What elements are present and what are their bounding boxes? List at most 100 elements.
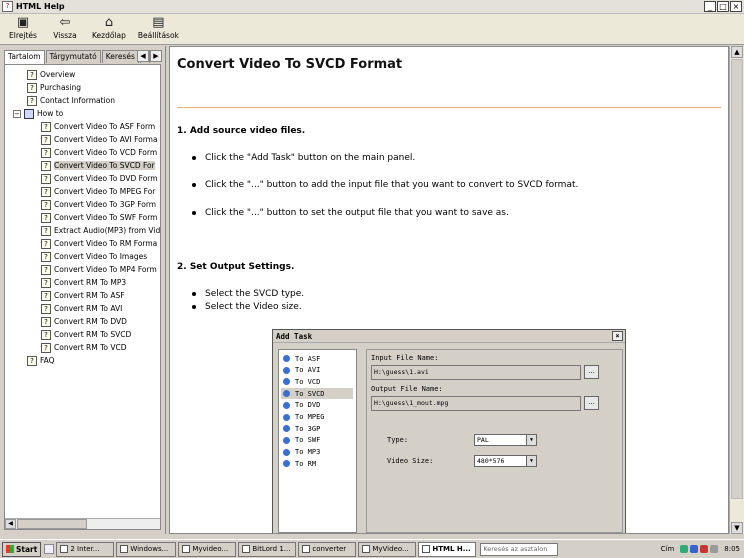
home-label: Kezdőlap [92, 31, 126, 40]
back-label: Vissza [53, 31, 77, 40]
tree-item[interactable]: ? Convert Video To RM Forma [41, 237, 157, 250]
format-bullet-icon [283, 460, 290, 468]
home-button[interactable]: ⌂ Kezdőlap [92, 14, 126, 41]
article-vertical-scrollbar[interactable]: ▲ ▼ [729, 46, 744, 534]
clock: 8:05 [724, 545, 740, 553]
start-button[interactable]: Start [2, 541, 42, 557]
tree-item[interactable]: ? Convert RM To ASF [41, 289, 125, 302]
quick-launch-icon[interactable] [44, 544, 55, 554]
format-bullet-icon [283, 378, 290, 386]
minimize-button[interactable]: _ [704, 1, 716, 12]
tab-contents[interactable]: Tartalom [4, 50, 45, 64]
tree-item-label: Purchasing [40, 83, 82, 92]
scroll-thumb[interactable] [731, 59, 743, 499]
tree-horizontal-scrollbar[interactable]: ◀ [5, 518, 160, 529]
tree-item[interactable]: ? Purchasing [27, 81, 81, 94]
windows-flag-icon [6, 545, 14, 553]
format-bullet-icon [283, 366, 290, 374]
tree-item[interactable]: ? Convert Video To ASF Form [41, 120, 155, 133]
help-page-icon: ? [27, 69, 37, 80]
scroll-left-icon[interactable]: ◀ [5, 519, 16, 529]
back-arrow-icon: ⇦ [59, 15, 71, 30]
hide-icon: ▣ [16, 15, 30, 30]
system-tray: Cím 8:05 [661, 542, 744, 557]
book-icon [24, 108, 34, 119]
taskbar-button[interactable]: converter [298, 541, 357, 557]
help-page-icon: ? [41, 264, 51, 275]
tree-item[interactable]: ? Extract Audio(MP3) from Vid [41, 224, 160, 237]
tab-scroll-left-icon[interactable]: ◀ [137, 50, 149, 62]
tree-item[interactable]: ? Convert Video To DVD Form [41, 172, 158, 185]
tree-item-label: Convert RM To ASF [54, 291, 125, 300]
format-list: To ASF To AVI To VCD To SVCD To DVD To MPEG To… [278, 349, 357, 533]
tree-item-label: Extract Audio(MP3) from Vid [54, 226, 161, 235]
tree-item[interactable]: ? Convert Video To MP4 Form [41, 263, 157, 276]
help-page-icon: ? [41, 212, 51, 223]
tree-item-label: How to [37, 109, 64, 118]
taskbar-button[interactable]: Myvideo... [178, 541, 237, 557]
app-icon [362, 545, 371, 553]
desktop-search-input[interactable]: Keresés az asztalon [480, 542, 559, 556]
options-button[interactable]: ▤ Beállítások [138, 14, 179, 41]
section-heading-2: 2. Set Output Settings. [177, 262, 295, 272]
taskbar-button[interactable]: HTML H... [418, 541, 477, 557]
help-page-icon: ? [41, 277, 51, 288]
title-divider [177, 107, 721, 108]
video-size-select: 480*576 ▼ [474, 455, 537, 467]
tree-item-label: Convert Video To DVD Form [54, 174, 158, 183]
tree-item[interactable]: ? FAQ [27, 354, 55, 367]
tree-item[interactable]: ? Convert RM To DVD [41, 315, 127, 328]
help-page-icon: ? [41, 303, 51, 314]
network-icon[interactable] [680, 545, 689, 553]
tree-item[interactable]: ? Convert Video To 3GP Form [41, 198, 156, 211]
add-task-dialog-screenshot: Add Task × To ASF To AVI To VCD To SVCD To DV… [272, 329, 626, 533]
article-pane: Convert Video To SVCD Format 1. Add sour… [169, 46, 729, 534]
taskbar-button[interactable]: Windows... [116, 541, 177, 557]
tree-item[interactable]: ? Convert Video To SWF Form [41, 211, 157, 224]
tab-search[interactable]: Keresés [101, 50, 139, 63]
format-option: To MP3 [283, 447, 320, 458]
tree-item[interactable]: ? Convert Video To MPEG For [41, 185, 155, 198]
chevron-down-icon: ▼ [526, 456, 536, 466]
taskbar-button[interactable]: BitLord 1... [238, 541, 297, 557]
format-bullet-icon [283, 355, 290, 362]
tree-item[interactable]: ? Convert Video To SVCD For [41, 159, 155, 172]
format-option: To AVI [283, 365, 320, 376]
tree-item[interactable]: ? Convert RM To AVI [41, 302, 122, 315]
tree-item-label: Convert Video To MP4 Form [54, 265, 157, 274]
tree-item-label: Overview [40, 70, 76, 79]
tree-item[interactable]: ? Convert Video To Images [41, 250, 147, 263]
format-option: To SWF [283, 435, 320, 446]
toolbar: ▣ Elrejtés ⇦ Vissza ⌂ Kezdőlap ▤ Beállítások [0, 14, 744, 45]
taskbar-button[interactable]: 2 Inter... [56, 541, 115, 557]
tab-scroll-right-icon[interactable]: ▶ [150, 50, 162, 62]
format-option: To MPEG [283, 412, 325, 423]
back-button[interactable]: ⇦ Vissza [50, 14, 80, 41]
maximize-button[interactable]: □ [717, 1, 729, 12]
taskbar-button[interactable]: MyVideo... [358, 541, 417, 557]
tree-item[interactable]: ? Overview [27, 68, 75, 81]
format-bullet-icon [283, 390, 290, 398]
scroll-down-icon[interactable]: ▼ [731, 522, 743, 534]
help-page-icon: ? [41, 316, 51, 327]
tree-item[interactable]: ? Contact Information [27, 94, 115, 107]
tray-icon[interactable] [710, 545, 719, 553]
security-icon[interactable] [700, 545, 709, 553]
tree-item[interactable]: ? Convert Video To VCD Form [41, 146, 157, 159]
scroll-up-icon[interactable]: ▲ [731, 46, 743, 58]
collapse-icon[interactable]: − [13, 109, 21, 118]
tree-item[interactable]: ? Convert RM To SVCD [41, 328, 131, 341]
volume-icon[interactable] [690, 545, 699, 553]
tree-item[interactable]: ? Convert RM To VCD [41, 341, 127, 354]
output-file-label: Output File Name: [371, 385, 443, 393]
tree-item[interactable]: ? Convert RM To MP3 [41, 276, 126, 289]
scroll-thumb[interactable] [17, 519, 87, 529]
tab-index[interactable]: Tárgymutató [45, 50, 101, 63]
help-page-icon: ? [41, 121, 51, 132]
output-browse-button: ... [584, 396, 599, 410]
close-button[interactable]: × [730, 1, 742, 12]
tree-item[interactable]: ? Convert Video To AVI Forma [41, 133, 158, 146]
help-page-icon: ? [27, 355, 37, 366]
hide-button[interactable]: ▣ Elrejtés [8, 14, 38, 41]
tree-item[interactable]: − How to [13, 107, 63, 120]
